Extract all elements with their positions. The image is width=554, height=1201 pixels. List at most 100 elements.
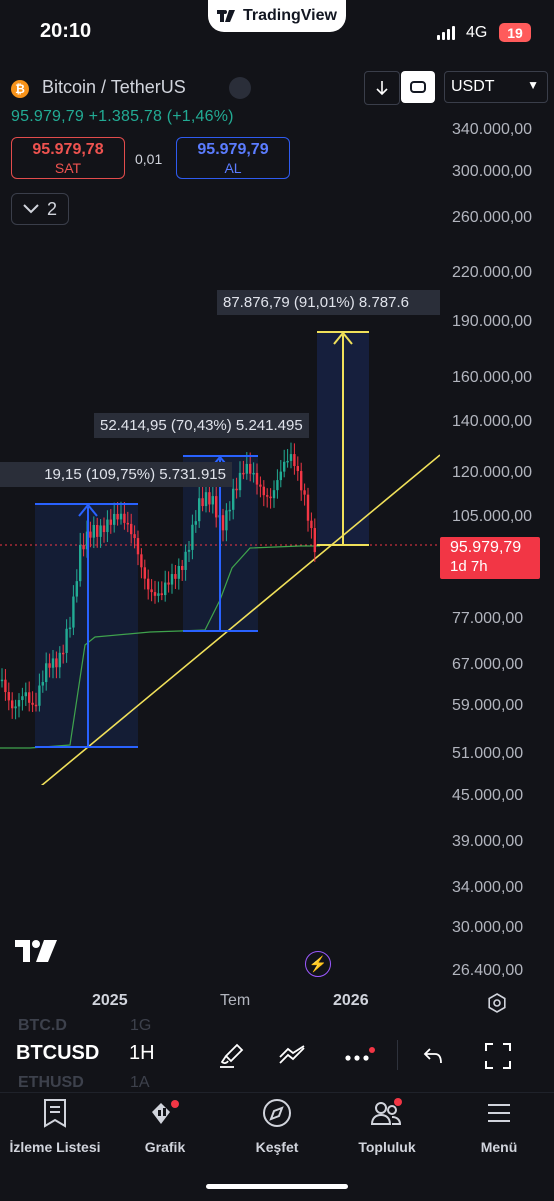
- watchlist-icon: [44, 1099, 66, 1128]
- network-label: 4G: [466, 24, 488, 41]
- arrow-down-icon: [376, 81, 388, 96]
- buy-label: AL: [224, 160, 242, 176]
- axis-tick: 190.000,00: [452, 313, 533, 330]
- candle-body: [79, 544, 82, 582]
- candle-body: [181, 566, 184, 570]
- currency-value: USDT: [451, 78, 495, 95]
- tradingview-logo-icon: [15, 940, 57, 962]
- candle-body: [0, 679, 4, 682]
- nav-community[interactable]: Topluluk: [332, 1098, 442, 1155]
- candle-body: [289, 454, 293, 461]
- bar-countdown: 1d 7h: [450, 558, 488, 575]
- candle-body: [306, 494, 310, 521]
- candle-body: [130, 523, 133, 535]
- ghost-interval: 1G: [130, 1017, 152, 1034]
- candle-body: [187, 549, 191, 552]
- candle-body: [293, 454, 296, 467]
- candle-body: [89, 531, 92, 538]
- candle-body: [65, 628, 68, 653]
- candle-body: [303, 490, 306, 495]
- nav-menu[interactable]: Menü: [444, 1098, 554, 1155]
- nav-watchlist[interactable]: İzleme Listesi: [0, 1098, 110, 1155]
- candle-body: [82, 544, 85, 550]
- candle-body: [119, 513, 123, 520]
- replay-button[interactable]: [401, 71, 435, 103]
- candle-body: [126, 522, 129, 525]
- candle-body: [153, 592, 157, 596]
- current-price-tag: 95.979,79 1d 7h: [440, 537, 540, 579]
- indicator-toggle[interactable]: 2: [11, 193, 69, 225]
- toolbar-divider: [397, 1040, 398, 1070]
- fullscreen-icon: [485, 1043, 511, 1069]
- candle-body: [276, 480, 279, 491]
- axis-tick: 26.400,00: [452, 962, 524, 979]
- currency-select[interactable]: USDT ▼: [444, 71, 548, 103]
- candle-body: [58, 652, 61, 668]
- candle-body: [283, 461, 286, 472]
- candle-body: [41, 682, 44, 686]
- symbol-title[interactable]: Bitcoin / TetherUS: [42, 77, 186, 98]
- axis-tick: 220.000,00: [452, 264, 533, 281]
- more-button[interactable]: [341, 1038, 377, 1074]
- candle-body: [75, 581, 78, 597]
- candle-body: [310, 520, 313, 529]
- buy-button[interactable]: 95.979,79 AL: [176, 137, 290, 179]
- download-button[interactable]: [364, 71, 400, 105]
- drawing-tool-button[interactable]: [213, 1038, 249, 1074]
- community-icon: [370, 1098, 402, 1125]
- sell-button[interactable]: 95.979,78 SAT: [11, 137, 125, 179]
- loop-icon: [410, 81, 426, 93]
- fullscreen-button[interactable]: [480, 1038, 516, 1074]
- candle-body: [4, 679, 7, 693]
- candle-body: [7, 692, 10, 701]
- candle-body: [170, 574, 174, 585]
- undo-button[interactable]: [415, 1038, 451, 1074]
- chevron-down-icon: ▼: [527, 78, 539, 92]
- measure-1-label: 19,15 (109,75%) 5.731.915: [0, 462, 232, 487]
- nav-chart[interactable]: Grafik: [110, 1098, 220, 1155]
- price-chart[interactable]: [0, 240, 440, 785]
- nav-menu-label: Menü: [480, 1139, 518, 1155]
- axis-tick: 260.000,00: [452, 209, 533, 226]
- symbol-button[interactable]: BTCUSD: [16, 1042, 99, 1065]
- nav-explore[interactable]: Keşfet: [222, 1098, 332, 1155]
- candle-body: [102, 525, 106, 533]
- sell-price: 95.979,78: [32, 141, 104, 158]
- candle-body: [11, 700, 14, 709]
- indicator-count: 2: [46, 198, 57, 219]
- compare-tool-button[interactable]: [275, 1038, 311, 1074]
- candle-body: [51, 658, 55, 668]
- candle-body: [300, 471, 303, 491]
- candle-body: [31, 702, 34, 705]
- candle-body: [113, 513, 116, 525]
- axis-tick: 67.000,00: [452, 656, 524, 673]
- axis-tick: 45.000,00: [452, 787, 524, 804]
- exchange-icon[interactable]: [229, 77, 251, 99]
- candle-body: [228, 509, 231, 512]
- candle-body: [140, 554, 143, 568]
- axis-tick: 340.000,00: [452, 121, 533, 138]
- axis-tick: 39.000,00: [452, 833, 524, 850]
- candle-body: [55, 658, 58, 668]
- gear-icon[interactable]: [486, 992, 508, 1014]
- candle-body: [17, 700, 21, 707]
- axis-tick: 51.000,00: [452, 745, 524, 762]
- candle-body: [28, 692, 31, 703]
- candle-body: [204, 492, 208, 507]
- candle-body: [194, 521, 197, 525]
- lightning-icon[interactable]: ⚡: [305, 951, 331, 977]
- battery-icon: 19: [499, 23, 531, 42]
- nav-chart-label: Grafik: [144, 1139, 186, 1155]
- interval-button[interactable]: 1H: [129, 1042, 155, 1065]
- candle-body: [14, 706, 17, 709]
- time-tick: 2025: [92, 992, 128, 1009]
- axis-tick: 300.000,00: [452, 163, 533, 180]
- nav-watchlist-label: İzleme Listesi: [9, 1139, 101, 1155]
- candle-body: [38, 685, 41, 706]
- brush-icon: [220, 1043, 244, 1068]
- candle-body: [313, 528, 316, 553]
- candle-body: [147, 578, 150, 590]
- axis-tick: 34.000,00: [452, 879, 524, 896]
- measure-2-label: 52.414,95 (70,43%) 5.241.495: [94, 413, 309, 438]
- candle-body: [215, 496, 218, 518]
